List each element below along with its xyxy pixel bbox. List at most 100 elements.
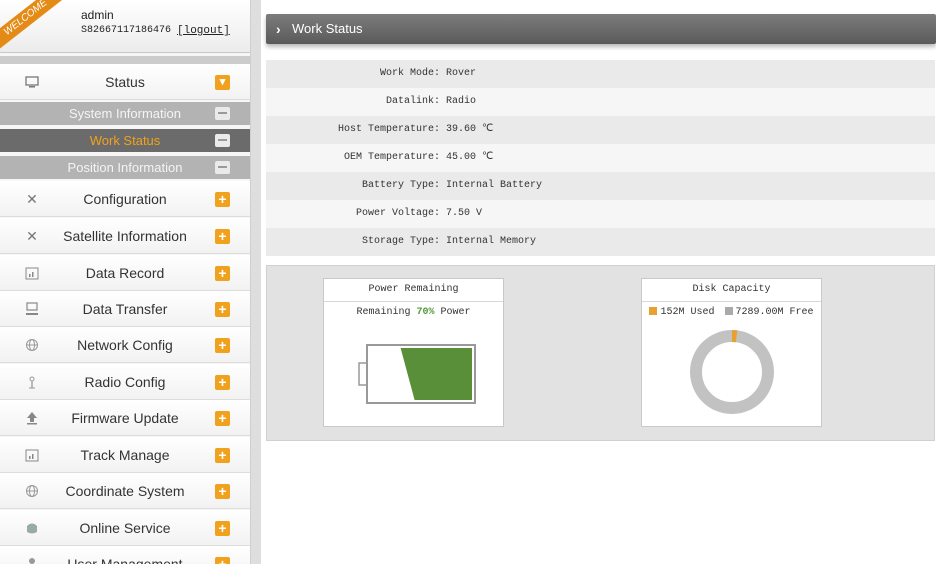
sidebar-item-data-transfer[interactable]: Data Transfer + <box>0 291 250 327</box>
welcome-ribbon: WELCOME <box>0 0 63 49</box>
info-label: OEM Temperature: <box>343 152 440 163</box>
sidebar-item-label: Configuration <box>83 191 167 207</box>
sidebar-item-label: Network Config <box>77 337 173 353</box>
expand-plus-icon[interactable]: + <box>215 338 230 353</box>
used-legend-label: 152M Used <box>660 307 715 318</box>
card-title: Disk Capacity <box>642 279 821 302</box>
disk-donut-chart <box>690 330 774 414</box>
network-computer-icon <box>24 301 40 317</box>
minus-icon <box>215 134 230 147</box>
info-label: Power Voltage: <box>355 208 440 219</box>
sidebar-item-status[interactable]: Status ▾ <box>0 64 250 100</box>
sidebar-item-label: Radio Config <box>84 374 166 390</box>
sidebar-subitem-work-status[interactable]: Work Status <box>0 129 250 152</box>
info-label: Work Mode: <box>379 68 440 79</box>
sidebar-item-label: Data Record <box>85 265 165 281</box>
sidebar-item-label: Firmware Update <box>71 410 179 426</box>
sidebar-item-configuration[interactable]: ✕ Configuration + <box>0 181 250 217</box>
card-title: Power Remaining <box>324 279 503 302</box>
power-remaining-text: Remaining 70% Power <box>324 307 503 318</box>
info-row-power-voltage: Power Voltage: 7.50 V <box>266 200 935 228</box>
expand-plus-icon[interactable]: + <box>215 411 230 426</box>
minus-icon <box>215 161 230 174</box>
sidebar-subitem-position-information[interactable]: Position Information <box>0 156 250 179</box>
sidebar-item-satellite-information[interactable]: ✕ Satellite Information + <box>0 218 250 254</box>
status-panel: Power Remaining Remaining 70% Power Disk… <box>266 265 935 441</box>
minus-icon <box>215 107 230 120</box>
sidebar-splitter[interactable] <box>250 0 261 564</box>
antenna-icon <box>24 374 40 390</box>
info-label: Storage Type: <box>361 236 440 247</box>
upload-icon <box>24 410 40 426</box>
collapse-toggle-icon[interactable]: ▾ <box>215 75 230 90</box>
satellite-icon: ✕ <box>26 228 38 244</box>
sidebar-item-online-service[interactable]: Online Service + <box>0 510 250 546</box>
service-icon <box>24 520 40 536</box>
free-legend-label: 7289.00M Free <box>735 307 814 318</box>
sidebar-subitem-system-information[interactable]: System Information <box>0 102 250 125</box>
sidebar-item-label: Coordinate System <box>65 483 185 499</box>
info-label: Battery Type: <box>361 180 440 191</box>
logout-link[interactable]: [logout] <box>177 25 230 37</box>
sidebar-item-label: Satellite Information <box>63 228 187 244</box>
used-legend-swatch <box>649 307 658 315</box>
expand-plus-icon[interactable]: + <box>215 266 230 281</box>
sidebar-item-data-record[interactable]: Data Record + <box>0 255 250 291</box>
user-serial: S82667117186476 <box>81 25 172 36</box>
info-row-battery-type: Battery Type: Internal Battery <box>266 172 935 200</box>
info-row-storage-type: Storage Type: Internal Memory <box>266 228 935 256</box>
info-value: Internal Battery <box>446 180 543 191</box>
info-row-host-temperature: Host Temperature: 39.60 ℃ <box>266 116 935 144</box>
power-prefix: Remaining <box>356 307 411 318</box>
info-value: Rover <box>446 68 477 79</box>
expand-plus-icon[interactable]: + <box>215 302 230 317</box>
expand-plus-icon[interactable]: + <box>215 557 230 564</box>
globe-icon <box>24 337 40 353</box>
info-value: Internal Memory <box>446 236 537 247</box>
info-label: Host Temperature: <box>337 124 440 135</box>
info-value: 39.60 ℃ <box>446 124 494 135</box>
sidebar-item-network-config[interactable]: Network Config + <box>0 327 250 363</box>
expand-plus-icon[interactable]: + <box>215 521 230 536</box>
expand-plus-icon[interactable]: + <box>215 229 230 244</box>
sidebar-item-label: User Management <box>67 556 183 564</box>
expand-plus-icon[interactable]: + <box>215 484 230 499</box>
info-row-oem-temperature: OEM Temperature: 45.00 ℃ <box>266 144 935 172</box>
sidebar-item-radio-config[interactable]: Radio Config + <box>0 364 250 400</box>
user-box: WELCOME admin S82667117186476 [logout] <box>0 0 250 53</box>
info-value: 7.50 V <box>446 208 483 219</box>
sidebar-divider <box>0 56 250 64</box>
sidebar-item-label: Online Service <box>79 520 171 536</box>
expand-plus-icon[interactable]: + <box>215 192 230 207</box>
power-remaining-card: Power Remaining Remaining 70% Power <box>323 278 504 427</box>
sidebar-item-firmware-update[interactable]: Firmware Update + <box>0 400 250 436</box>
sidebar-item-user-management[interactable]: User Management + <box>0 546 250 564</box>
info-row-work-mode: Work Mode: Rover <box>266 60 935 88</box>
power-suffix: Power <box>440 307 471 318</box>
section-header: › Work Status <box>266 14 936 44</box>
disk-free-arc <box>690 330 774 414</box>
calendar-chart-icon <box>24 447 40 463</box>
info-label: Datalink: <box>385 96 440 107</box>
sidebar-subitem-label: Work Status <box>89 133 161 148</box>
sidebar-subitem-label: Position Information <box>67 160 183 175</box>
calendar-chart-icon <box>24 265 40 281</box>
disk-capacity-card: Disk Capacity 152M Used 7289.00M Free <box>641 278 822 427</box>
info-value: Radio <box>446 96 477 107</box>
battery-icon <box>358 344 476 404</box>
sidebar-item-label: Data Transfer <box>82 301 168 317</box>
free-legend-swatch <box>724 307 733 315</box>
info-row-datalink: Datalink: Radio <box>266 88 935 116</box>
sidebar-item-label: Track Manage <box>80 447 170 463</box>
user-icon <box>24 556 40 564</box>
expand-plus-icon[interactable]: + <box>215 375 230 390</box>
power-percent: 70% <box>416 307 435 318</box>
sidebar: WELCOME admin S82667117186476 [logout] S… <box>0 0 250 564</box>
sidebar-item-coordinate-system[interactable]: Coordinate System + <box>0 473 250 509</box>
disk-legend: 152M Used 7289.00M Free <box>642 307 821 318</box>
sidebar-item-track-manage[interactable]: Track Manage + <box>0 437 250 473</box>
expand-plus-icon[interactable]: + <box>215 448 230 463</box>
chevron-right-icon: › <box>276 21 281 37</box>
page-title: Work Status <box>292 21 363 36</box>
sidebar-item-label: Status <box>105 74 145 90</box>
